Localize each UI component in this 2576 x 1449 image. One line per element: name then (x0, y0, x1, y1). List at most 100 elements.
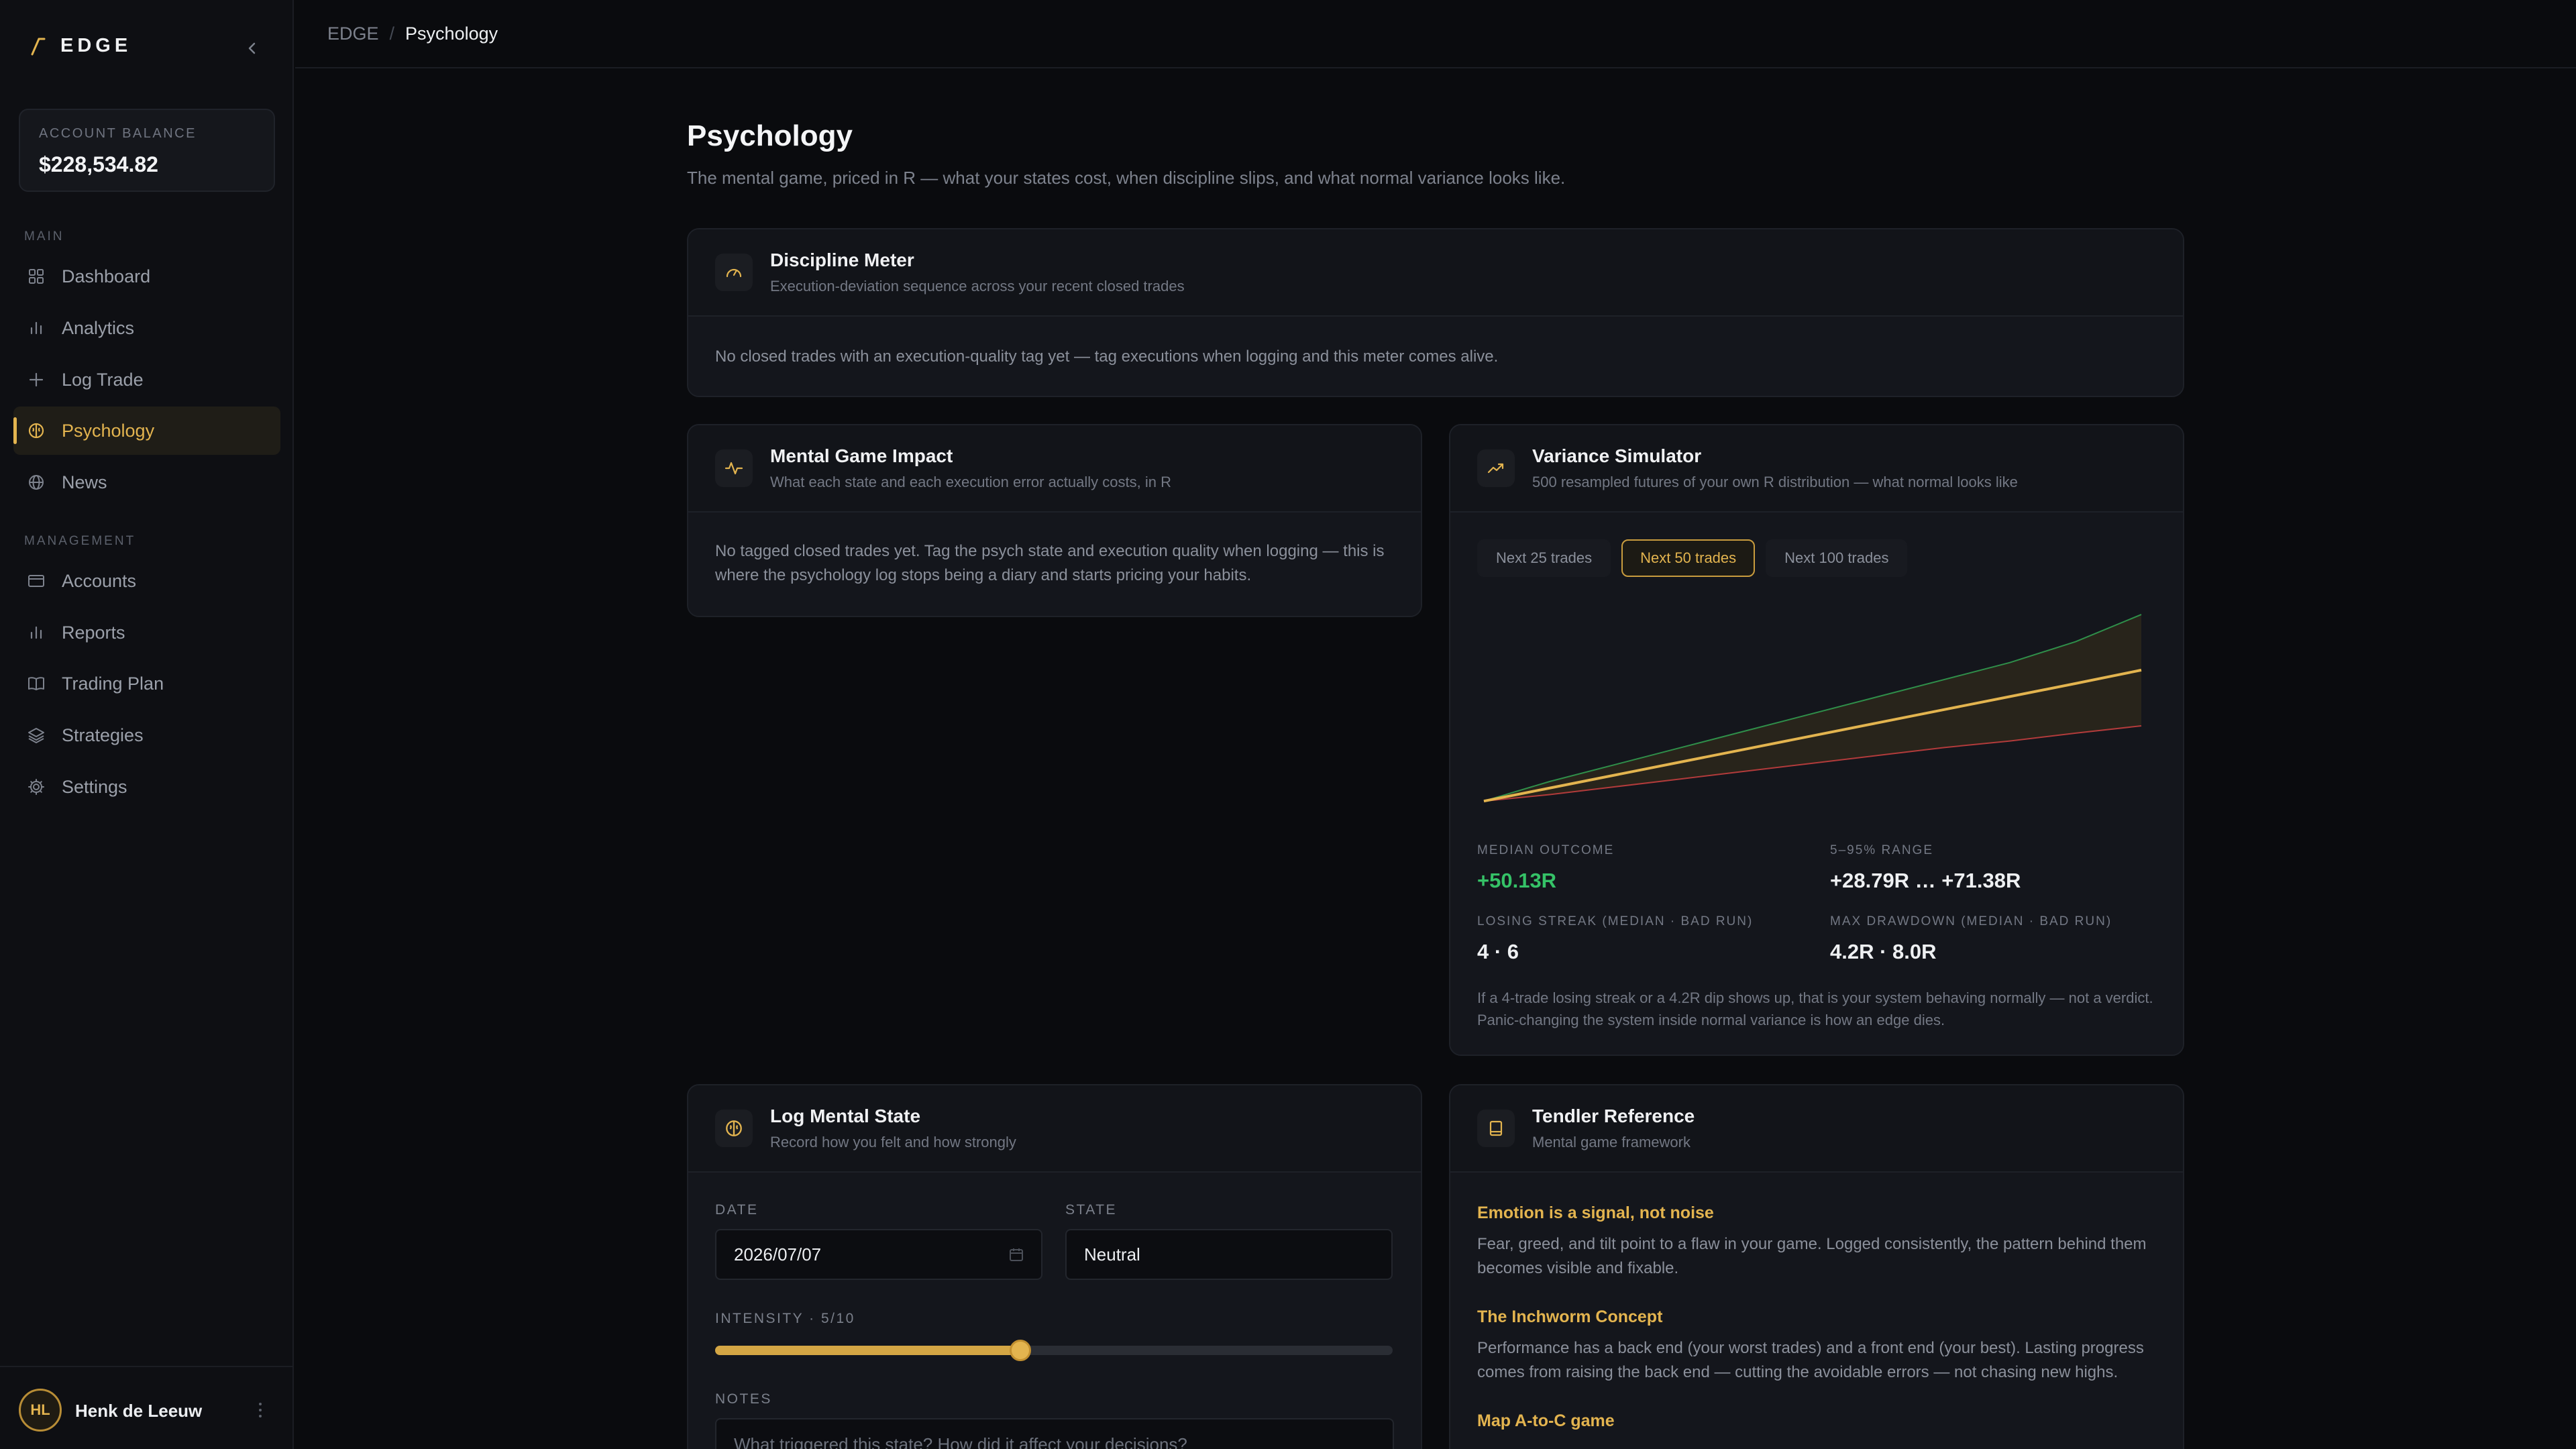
reference-item: Map A-to-C game (1477, 1411, 2156, 1431)
card-header: Tendler Reference Mental game framework (1450, 1085, 2183, 1173)
calendar-icon[interactable] (1009, 1247, 1024, 1262)
stat-max-drawdown: MAX DRAWDOWN (MEDIAN · BAD RUN) 4.2R · 8… (1830, 914, 2156, 964)
intensity-slider-thumb[interactable] (1009, 1340, 1031, 1361)
breadcrumb-separator: / (389, 23, 395, 44)
bar-chart-icon (30, 321, 42, 335)
reference-title: The Inchworm Concept (1477, 1307, 1663, 1326)
mental-game-impact-card: Mental Game Impact What each state and e… (687, 424, 1422, 617)
date-label: DATE (715, 1202, 759, 1218)
page-title: Psychology (687, 119, 853, 152)
stat-value: +28.79R … +71.38R (1830, 869, 2021, 892)
variance-stats: MEDIAN OUTCOME +50.13R 5–95% RANGE +28.7… (1477, 843, 2156, 964)
state-select[interactable]: Neutral (1065, 1229, 1393, 1280)
stat-losing-streak: LOSING STREAK (MEDIAN · BAD RUN) 4 · 6 (1477, 914, 1830, 964)
tab-next-100-trades[interactable]: Next 100 trades (1766, 539, 1908, 577)
reference-text: Fear, greed, and tilt point to a flaw in… (1477, 1235, 2147, 1277)
variance-simulator-card: Variance Simulator 500 resampled futures… (1449, 424, 2184, 1056)
brand[interactable]: EDGE (30, 35, 131, 57)
activity-icon (715, 449, 753, 487)
reference-title: Emotion is a signal, not noise (1477, 1203, 1714, 1222)
intensity-label: INTENSITY · 5/10 (715, 1311, 855, 1326)
book-icon (28, 677, 44, 690)
breadcrumb-current: Psychology (405, 23, 498, 44)
notes-textarea[interactable]: What triggered this state? How did it af… (715, 1418, 1394, 1449)
card-title: Log Mental State (770, 1106, 921, 1126)
collapse-sidebar-button[interactable] (240, 36, 264, 60)
brand-name: EDGE (60, 35, 132, 56)
sidebar-item-label: Trading Plan (62, 673, 164, 694)
stat-range: 5–95% RANGE +28.79R … +71.38R (1830, 843, 2156, 893)
card-header: Variance Simulator 500 resampled futures… (1450, 425, 2183, 513)
nav-section-main: MAIN (24, 229, 64, 244)
reference-title: Map A-to-C game (1477, 1411, 1615, 1430)
card-title: Discipline Meter (770, 250, 914, 270)
trending-up-icon (1477, 449, 1515, 487)
card-title: Mental Game Impact (770, 445, 953, 466)
sidebar-item-dashboard[interactable]: Dashboard (13, 252, 280, 301)
grid-icon (29, 269, 44, 284)
book-icon (1477, 1110, 1515, 1147)
sidebar-item-psychology[interactable]: Psychology (13, 407, 280, 455)
globe-icon (29, 475, 44, 490)
sidebar-item-label: Psychology (62, 420, 155, 441)
stat-label: MAX DRAWDOWN (MEDIAN · BAD RUN) (1830, 914, 2112, 928)
sidebar-item-strategies[interactable]: Strategies (13, 711, 280, 759)
log-mental-state-card: Log Mental State Record how you felt and… (687, 1084, 1422, 1449)
avatar: HL (19, 1389, 62, 1432)
sidebar-item-accounts[interactable]: Accounts (13, 557, 280, 605)
user-name: Henk de Leeuw (75, 1401, 203, 1421)
sidebar-item-trading-plan[interactable]: Trading Plan (13, 659, 280, 708)
sidebar-item-log-trade[interactable]: Log Trade (13, 356, 280, 404)
card-description: What each state and each execution error… (770, 474, 1171, 490)
sidebar-item-label: Analytics (62, 317, 135, 338)
empty-state-text: No tagged closed trades yet. Tag the psy… (715, 542, 1385, 584)
user-profile[interactable]: HL Henk de Leeuw (0, 1366, 292, 1449)
brand-logo-icon (31, 38, 46, 55)
tab-next-50-trades[interactable]: Next 50 trades (1621, 539, 1756, 577)
breadcrumb-root[interactable]: EDGE (327, 23, 379, 44)
more-vertical-icon[interactable] (252, 1398, 268, 1422)
card-body: DATE 2026/07/07 STATE Neutral INTENSITY … (688, 1173, 1421, 1449)
gear-icon (28, 779, 44, 795)
tab-next-25-trades[interactable]: Next 25 trades (1477, 539, 1611, 577)
sidebar-item-label: Log Trade (62, 369, 144, 390)
date-value: 2026/07/07 (734, 1244, 822, 1265)
state-label: STATE (1065, 1202, 1118, 1218)
stat-value: +50.13R (1477, 869, 1557, 892)
brain-icon (715, 1110, 753, 1147)
brain-icon (28, 423, 44, 439)
chevron-left-icon (248, 42, 256, 54)
card-description: Mental game framework (1532, 1134, 1690, 1150)
card-header: Discipline Meter Execution-deviation seq… (688, 229, 2183, 317)
sidebar-item-settings[interactable]: Settings (13, 763, 280, 811)
sidebar-item-label: Dashboard (62, 266, 151, 286)
reference-item: Emotion is a signal, not noise Fear, gre… (1477, 1203, 2156, 1281)
tendler-reference-card: Tendler Reference Mental game framework … (1449, 1084, 2184, 1449)
card-header: Mental Game Impact What each state and e… (688, 425, 1421, 513)
discipline-meter-card: Discipline Meter Execution-deviation seq… (687, 228, 2184, 397)
stat-value: 4.2R · 8.0R (1830, 940, 1937, 963)
account-balance-card: ACCOUNT BALANCE $228,534.82 (19, 109, 275, 192)
empty-state-text: No closed trades with an execution-quali… (715, 347, 1499, 366)
sidebar-item-news[interactable]: News (13, 458, 280, 506)
card-icon (28, 575, 44, 587)
card-title: Tendler Reference (1532, 1106, 1695, 1126)
card-body: No tagged closed trades yet. Tag the psy… (688, 513, 1421, 616)
notes-label: NOTES (715, 1391, 772, 1407)
state-value: Neutral (1084, 1244, 1140, 1265)
stat-label: MEDIAN OUTCOME (1477, 843, 1615, 857)
sidebar-item-reports[interactable]: Reports (13, 608, 280, 657)
sidebar-item-analytics[interactable]: Analytics (13, 304, 280, 352)
reference-text: Performance has a back end (your worst t… (1477, 1339, 2144, 1381)
card-header: Log Mental State Record how you felt and… (688, 1085, 1421, 1173)
card-body: Emotion is a signal, not noise Fear, gre… (1450, 1173, 2183, 1449)
variance-chart (1483, 614, 2142, 803)
gauge-icon (715, 254, 753, 291)
card-title: Variance Simulator (1532, 445, 1702, 466)
card-body: No closed trades with an execution-quali… (688, 317, 2183, 396)
intensity-slider[interactable] (715, 1340, 1393, 1361)
date-input[interactable]: 2026/07/07 (715, 1229, 1042, 1280)
reference-item: The Inchworm Concept Performance has a b… (1477, 1307, 2156, 1385)
card-description: Execution-deviation sequence across your… (770, 278, 1185, 294)
card-body: Next 25 trades Next 50 trades Next 100 t… (1450, 513, 2183, 1055)
